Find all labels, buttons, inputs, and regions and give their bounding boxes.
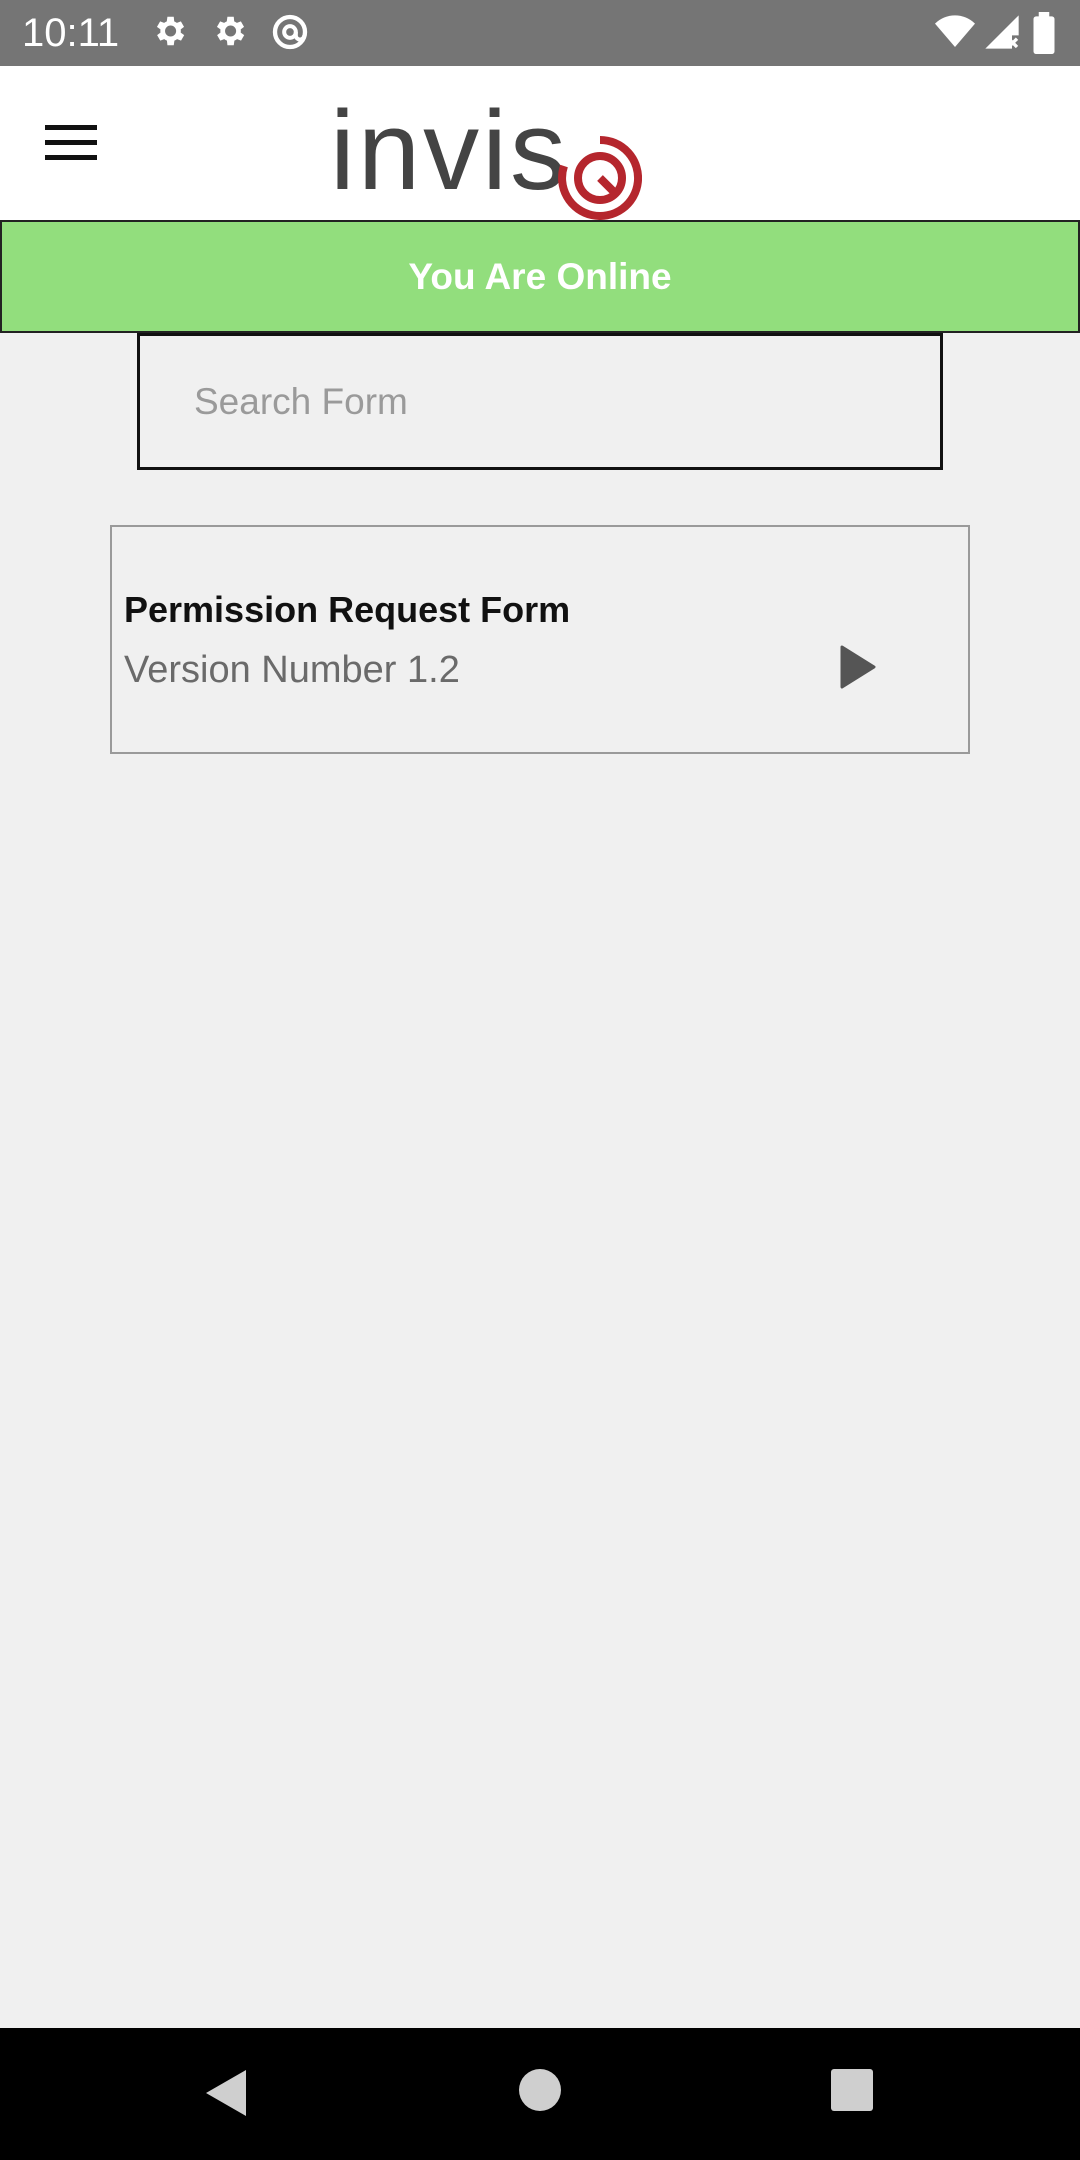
signal-icon [982,12,1022,57]
form-title: Permission Request Form [124,589,571,630]
battery-icon [1030,12,1058,59]
form-version: Version Number 1.2 [124,649,460,691]
search-input[interactable] [140,336,940,467]
at-sign-icon [270,12,310,57]
system-nav-bar [0,2028,1080,2160]
status-time: 10:11 [22,11,120,55]
form-list-item[interactable]: Permission Request Form Version Number 1… [110,525,970,754]
logo-text: invis [330,88,570,213]
play-icon[interactable] [838,645,878,689]
home-icon[interactable] [518,2068,562,2112]
hamburger-icon [45,125,97,160]
menu-button[interactable] [30,108,112,178]
search-box [137,333,943,470]
back-icon[interactable] [204,2068,248,2118]
gear-icon [150,12,188,55]
wifi-icon [934,12,976,57]
online-status-banner: You Are Online [0,220,1080,333]
status-bar: 10:11 [0,0,1080,66]
gear-icon [210,12,248,55]
logo-mark-icon [558,136,642,220]
app-logo: invis [330,88,650,220]
online-status-text: You Are Online [408,255,672,297]
recents-icon[interactable] [830,2068,874,2112]
app-bar: invis [0,66,1080,221]
